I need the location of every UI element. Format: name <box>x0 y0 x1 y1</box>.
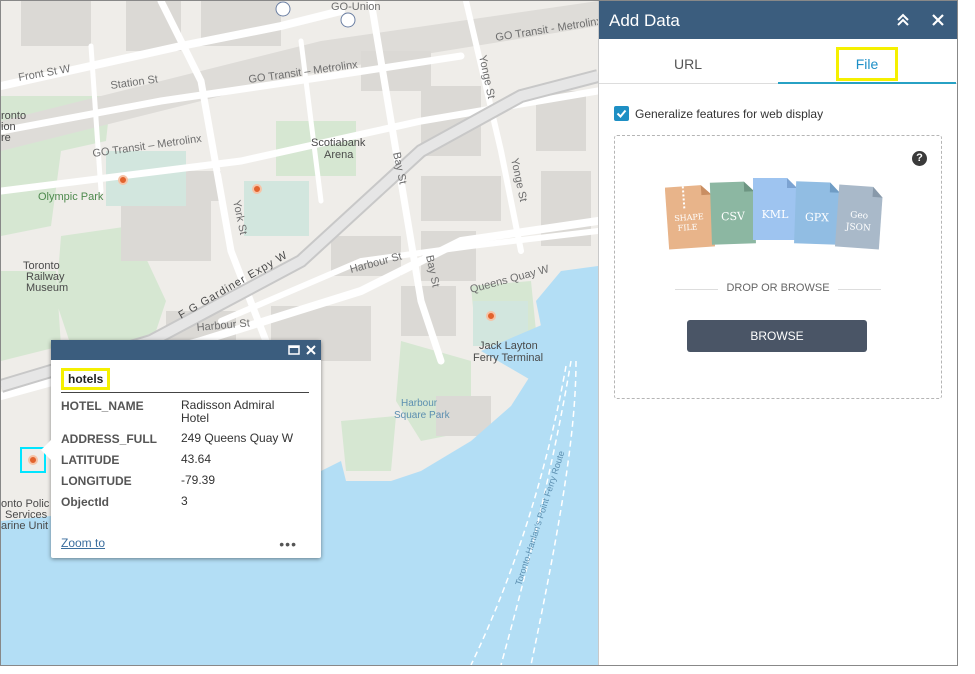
label-police-3: arine Unit <box>1 520 48 532</box>
add-data-panel: Add Data URL File Generalize features fo… <box>598 1 957 665</box>
hotel-point[interactable] <box>252 184 262 194</box>
attr-row-objectid: ObjectId 3 <box>61 494 309 510</box>
collapse-icon[interactable] <box>894 11 912 29</box>
attr-key: ADDRESS_FULL <box>61 432 158 446</box>
drop-or-browse-label: DROP OR BROWSE <box>615 282 941 294</box>
csv-icon: CSV <box>709 181 756 245</box>
attr-row-longitude: LONGITUDE -79.39 <box>61 473 309 489</box>
panel-header: Add Data <box>599 1 957 39</box>
attr-value: 43.64 <box>181 452 212 466</box>
label-arena: Arena <box>324 149 354 161</box>
help-icon[interactable]: ? <box>912 151 927 166</box>
attr-key: LONGITUDE <box>61 474 132 488</box>
hotel-point[interactable] <box>486 311 496 321</box>
more-options-icon[interactable]: ••• <box>279 536 297 552</box>
file-label-geo: Geo <box>850 210 869 221</box>
park-area <box>341 416 396 471</box>
attr-key: ObjectId <box>61 495 110 509</box>
feature-popup[interactable]: hotels HOTEL_NAME Radisson Admiral Hotel… <box>41 340 321 558</box>
attr-value: Radisson Admiral Hotel <box>181 399 309 425</box>
label-scotiabank: Scotiabank <box>311 137 366 149</box>
maximize-icon[interactable] <box>287 343 301 357</box>
file-label-gpx: GPX <box>805 211 830 225</box>
label-railway-3: Museum <box>26 282 68 294</box>
label-toronto-partial-3: re <box>1 132 11 144</box>
zoom-to-link[interactable]: Zoom to <box>61 536 105 552</box>
popup-title-row: hotels <box>61 368 309 393</box>
attr-key: LATITUDE <box>61 453 120 467</box>
attr-row-hotel-name: HOTEL_NAME Radisson Admiral Hotel <box>61 399 309 425</box>
generalize-option[interactable]: Generalize features for web display <box>614 106 823 121</box>
basemap[interactable]: GO-Union GO Transit - Metrolinx GO Trans… <box>1 1 598 665</box>
geojson-icon: Geo JSON <box>834 184 883 250</box>
transit-icon[interactable] <box>275 1 291 17</box>
attr-row-latitude: LATITUDE 43.64 <box>61 452 309 468</box>
tab-file[interactable]: File <box>778 45 956 84</box>
generalize-checkbox[interactable] <box>614 106 629 121</box>
attr-value: 3 <box>181 494 188 508</box>
label-jack-layton-1: Jack Layton <box>479 340 538 352</box>
app-frame: GO-Union GO Transit - Metrolinx GO Trans… <box>0 0 958 666</box>
file-drop-zone[interactable]: ? SHAPE FILE CSV KML GPX Geo JSON DROP O… <box>614 135 942 399</box>
file-label-kml: KML <box>762 208 789 221</box>
popup-layer-title: hotels <box>61 368 111 390</box>
browse-button[interactable]: BROWSE <box>687 320 867 352</box>
tab-bar: URL File <box>599 45 957 84</box>
kml-icon: KML <box>753 178 797 240</box>
label-jack-layton-2: Ferry Terminal <box>473 352 543 364</box>
hotel-point[interactable] <box>118 175 128 185</box>
tab-url[interactable]: URL <box>599 45 777 83</box>
file-types-illustration: SHAPE FILE CSV KML GPX Geo JSON <box>665 178 883 250</box>
generalize-label: Generalize features for web display <box>635 106 824 121</box>
tab-file-label: File <box>835 47 899 81</box>
attr-row-address: ADDRESS_FULL 249 Queens Quay W <box>61 431 309 447</box>
label-olympic-park: Olympic Park <box>38 191 104 203</box>
label-harbour-square-1: Harbour <box>401 398 438 409</box>
close-icon[interactable] <box>929 11 947 29</box>
popup-footer: Zoom to ••• <box>61 536 297 552</box>
panel-title: Add Data <box>609 11 680 30</box>
map-view[interactable]: GO-Union GO Transit - Metrolinx GO Trans… <box>1 1 598 665</box>
hotel-point-selected[interactable] <box>28 455 38 465</box>
popup-body: hotels HOTEL_NAME Radisson Admiral Hotel… <box>51 360 321 509</box>
file-label-json: JSON <box>844 222 871 234</box>
popup-header <box>51 340 321 360</box>
attr-value: 249 Queens Quay W <box>181 431 294 445</box>
gpx-icon: GPX <box>794 181 840 245</box>
file-label-csv: CSV <box>721 210 746 224</box>
drop-or-browse-text: DROP OR BROWSE <box>718 282 838 294</box>
shapefile-icon: SHAPE FILE <box>665 185 716 250</box>
attr-value: -79.39 <box>181 473 216 487</box>
popup-pointer <box>41 440 51 460</box>
label-go-union: GO-Union <box>331 1 381 13</box>
attr-key: HOTEL_NAME <box>61 399 144 413</box>
close-icon[interactable] <box>304 343 318 357</box>
label-harbour-square-2: Square Park <box>394 410 451 421</box>
file-label-file: FILE <box>677 222 698 232</box>
attr-value-line: Hotel <box>181 411 210 425</box>
transit-icon[interactable] <box>340 12 356 28</box>
